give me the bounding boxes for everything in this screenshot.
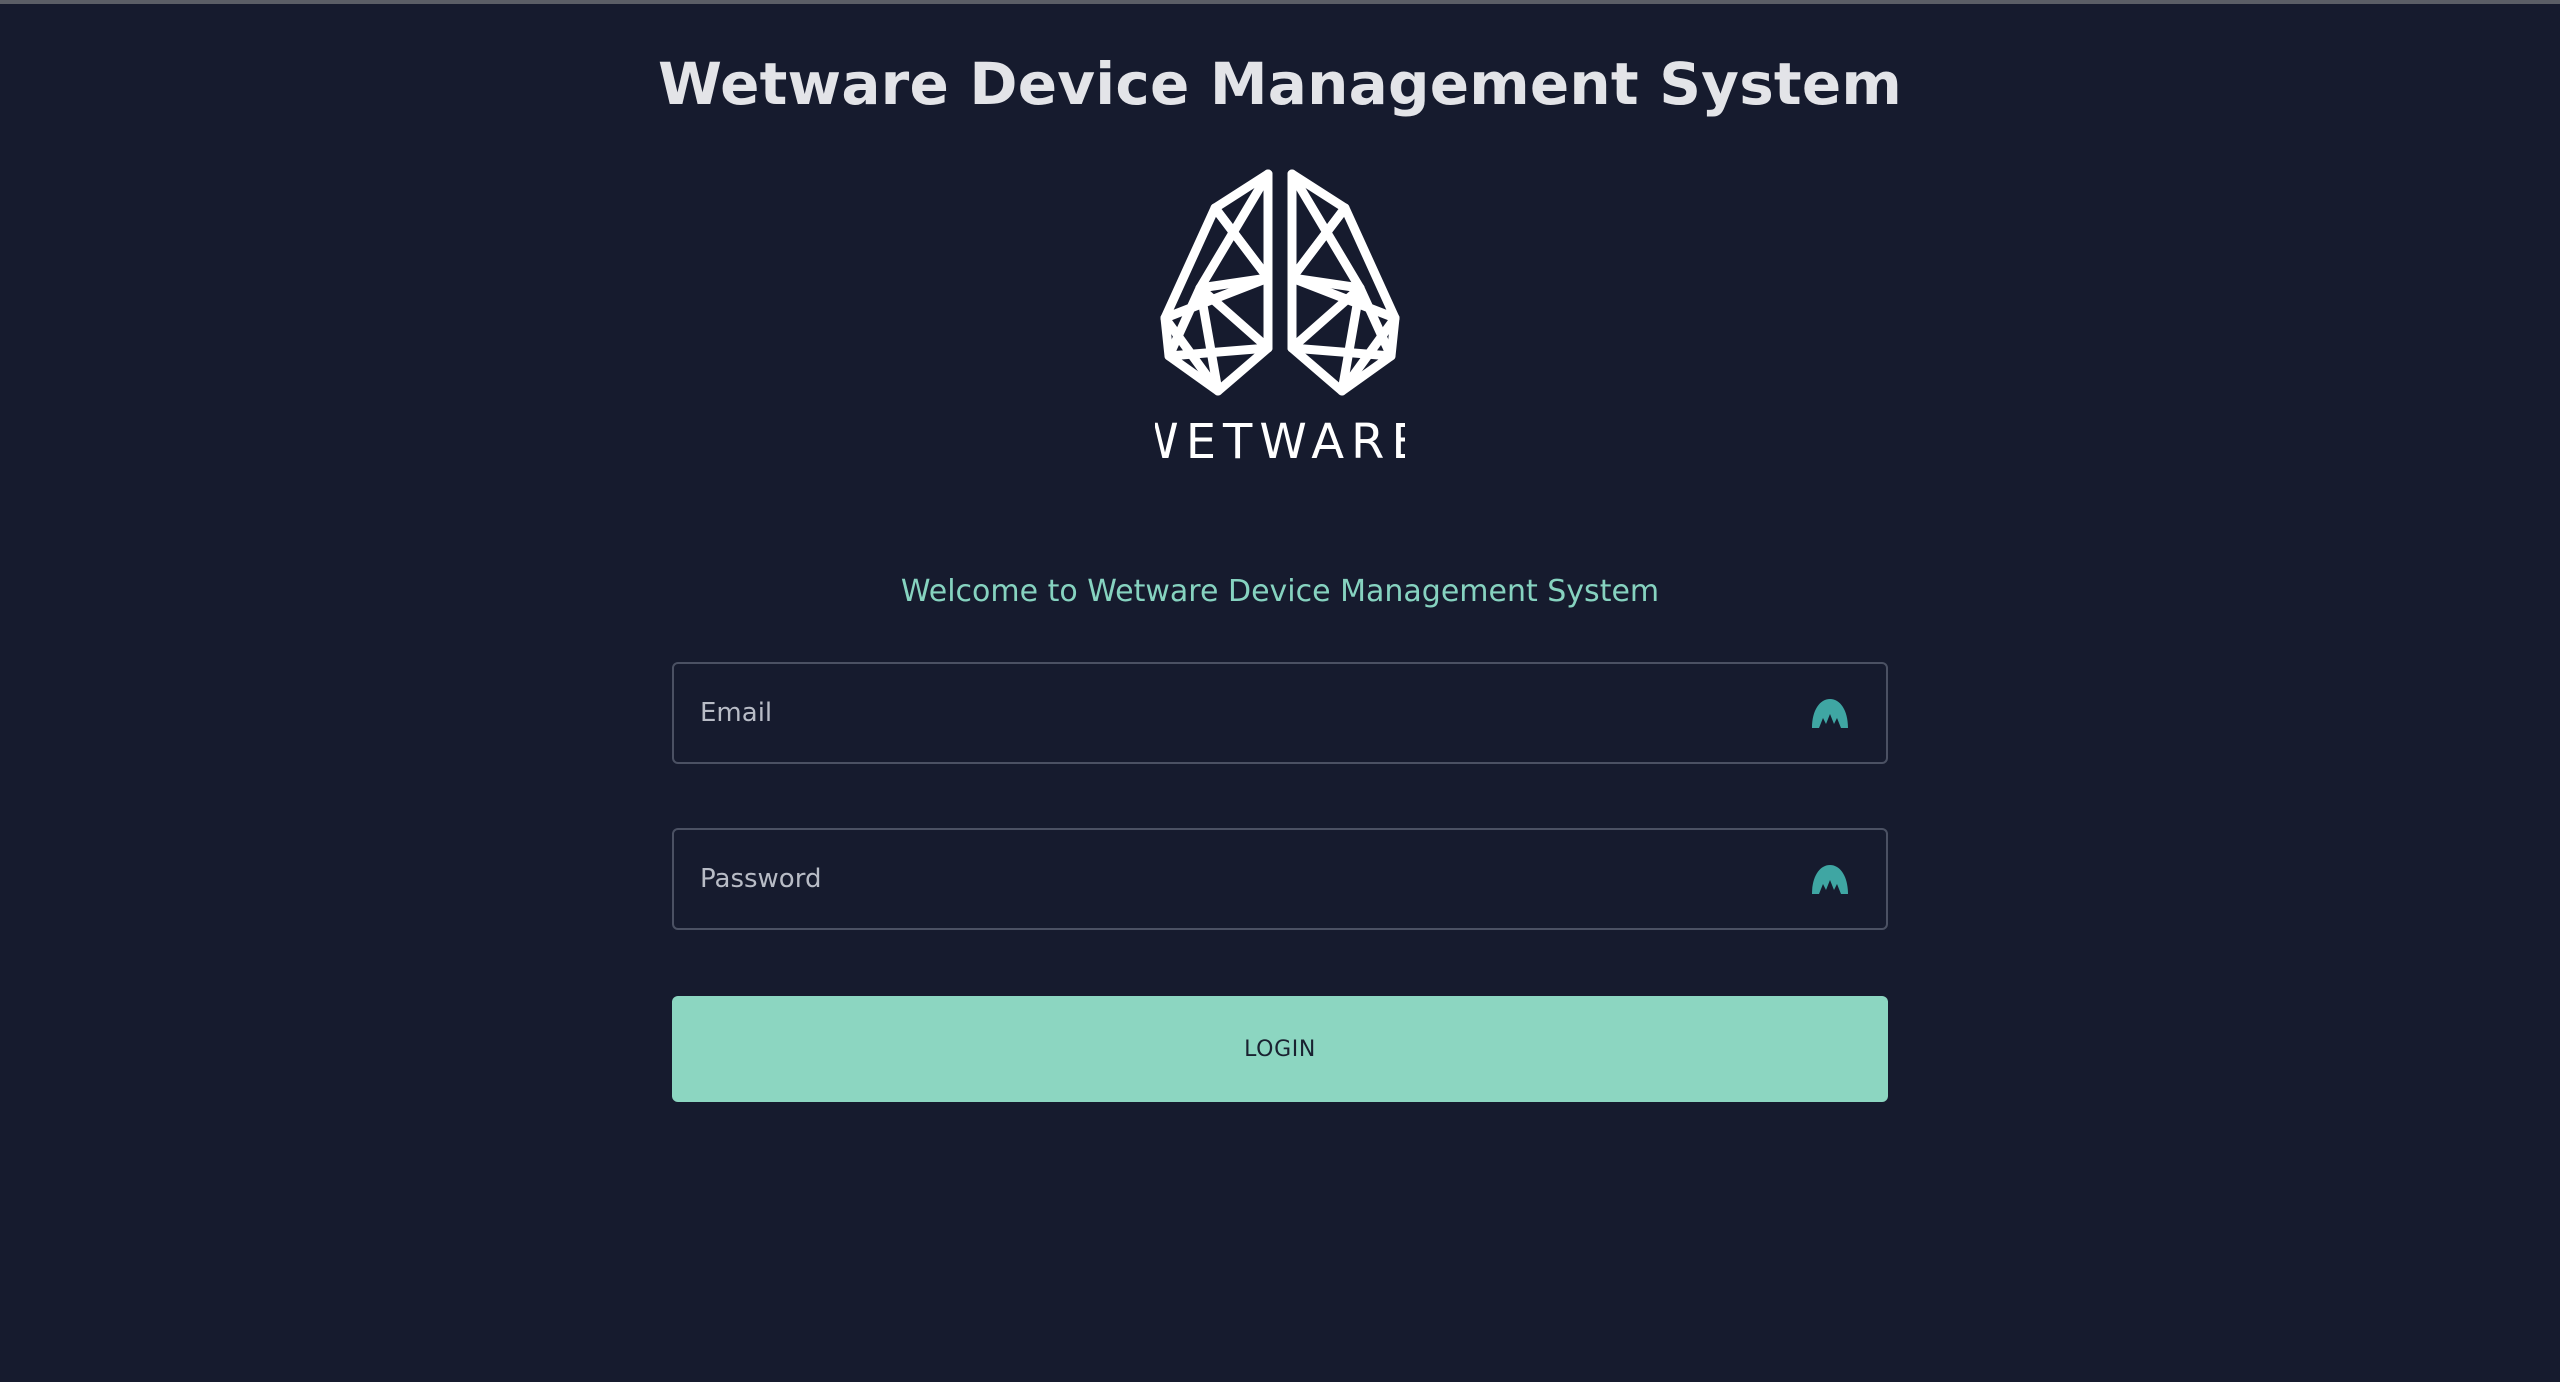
- brand-logo: WETWARE: [1155, 168, 1405, 468]
- window-top-border: [0, 0, 2560, 4]
- email-input[interactable]: [700, 664, 1780, 762]
- logo-wordmark: WETWARE: [1155, 414, 1405, 468]
- login-button[interactable]: LOGIN: [672, 996, 1888, 1102]
- password-field: [672, 828, 1888, 930]
- password-manager-icon[interactable]: [1810, 862, 1850, 898]
- email-field: [672, 662, 1888, 764]
- page-title: Wetware Device Management System: [657, 50, 1903, 118]
- password-manager-icon[interactable]: [1810, 696, 1850, 732]
- welcome-message: Welcome to Wetware Device Management Sys…: [900, 574, 1660, 609]
- brain-logo-icon: WETWARE: [1155, 169, 1405, 468]
- password-input[interactable]: [700, 830, 1780, 928]
